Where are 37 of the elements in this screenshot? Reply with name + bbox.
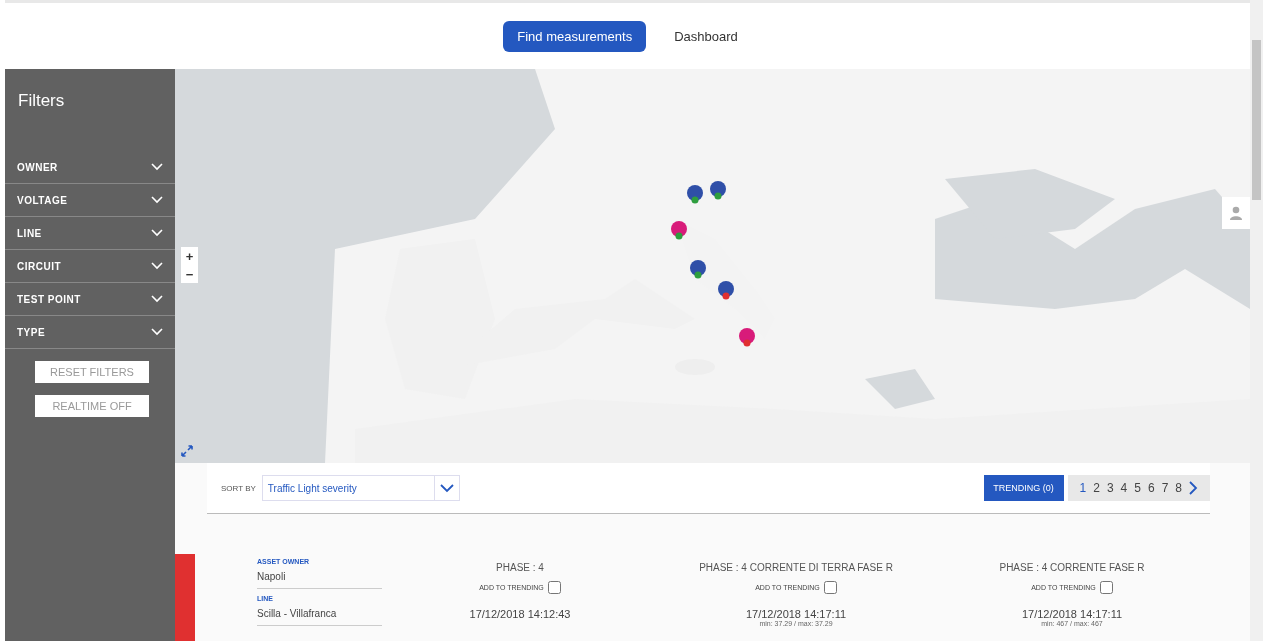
phase-title: PHASE : 4 [496, 562, 544, 573]
info-value: Napoli [257, 571, 287, 582]
phase-title: PHASE : 4 CORRENTE FASE R [999, 562, 1145, 573]
chevron-down-icon [151, 262, 163, 270]
scrollbar[interactable] [1250, 0, 1263, 641]
trending-checkbox[interactable] [547, 581, 561, 594]
timestamp: 17/12/2018 14:12:43 [469, 608, 571, 620]
trending-checkbox[interactable] [823, 581, 837, 594]
chevron-down-icon [151, 328, 163, 336]
user-button[interactable] [1222, 197, 1250, 229]
phase-title: PHASE : 4 CORRENTE DI TERRA FASE R [699, 562, 893, 573]
timestamp: 17/12/2018 14:17:11 [1021, 608, 1123, 620]
nav-tab[interactable]: Dashboard [660, 20, 752, 52]
page-link[interactable]: 5 [1134, 481, 1141, 495]
page-link[interactable]: 2 [1093, 481, 1100, 495]
nav-tab[interactable]: Find measurements [503, 20, 647, 52]
chevron-down-icon [151, 229, 163, 237]
sort-select[interactable]: Traffic Light severity [261, 475, 460, 501]
chevron-down-icon [151, 163, 163, 171]
sort-label: SORT BY [221, 483, 256, 493]
timestamp: 17/12/2018 14:17:11 [745, 608, 847, 620]
trending-checkbox[interactable] [1099, 581, 1113, 594]
page-link[interactable]: 7 [1161, 481, 1169, 495]
chevron-down-icon [151, 196, 163, 204]
fullscreen-icon[interactable] [181, 445, 193, 457]
chevron-down-icon [439, 483, 454, 493]
filters-title: Filters [17, 90, 66, 112]
page-link[interactable]: 1 [1079, 481, 1087, 495]
page-link[interactable]: 6 [1147, 481, 1155, 495]
page-link[interactable]: 3 [1106, 481, 1114, 495]
info-value: Scilla - Villafranca [257, 608, 338, 619]
page-link[interactable]: 4 [1120, 481, 1128, 495]
page-link[interactable]: 8 [1175, 481, 1182, 495]
trending-button[interactable]: TRENDING (0) [983, 475, 1064, 501]
user-icon [1229, 206, 1243, 220]
chevron-right-icon[interactable] [1189, 481, 1198, 495]
chevron-down-icon [151, 295, 163, 303]
